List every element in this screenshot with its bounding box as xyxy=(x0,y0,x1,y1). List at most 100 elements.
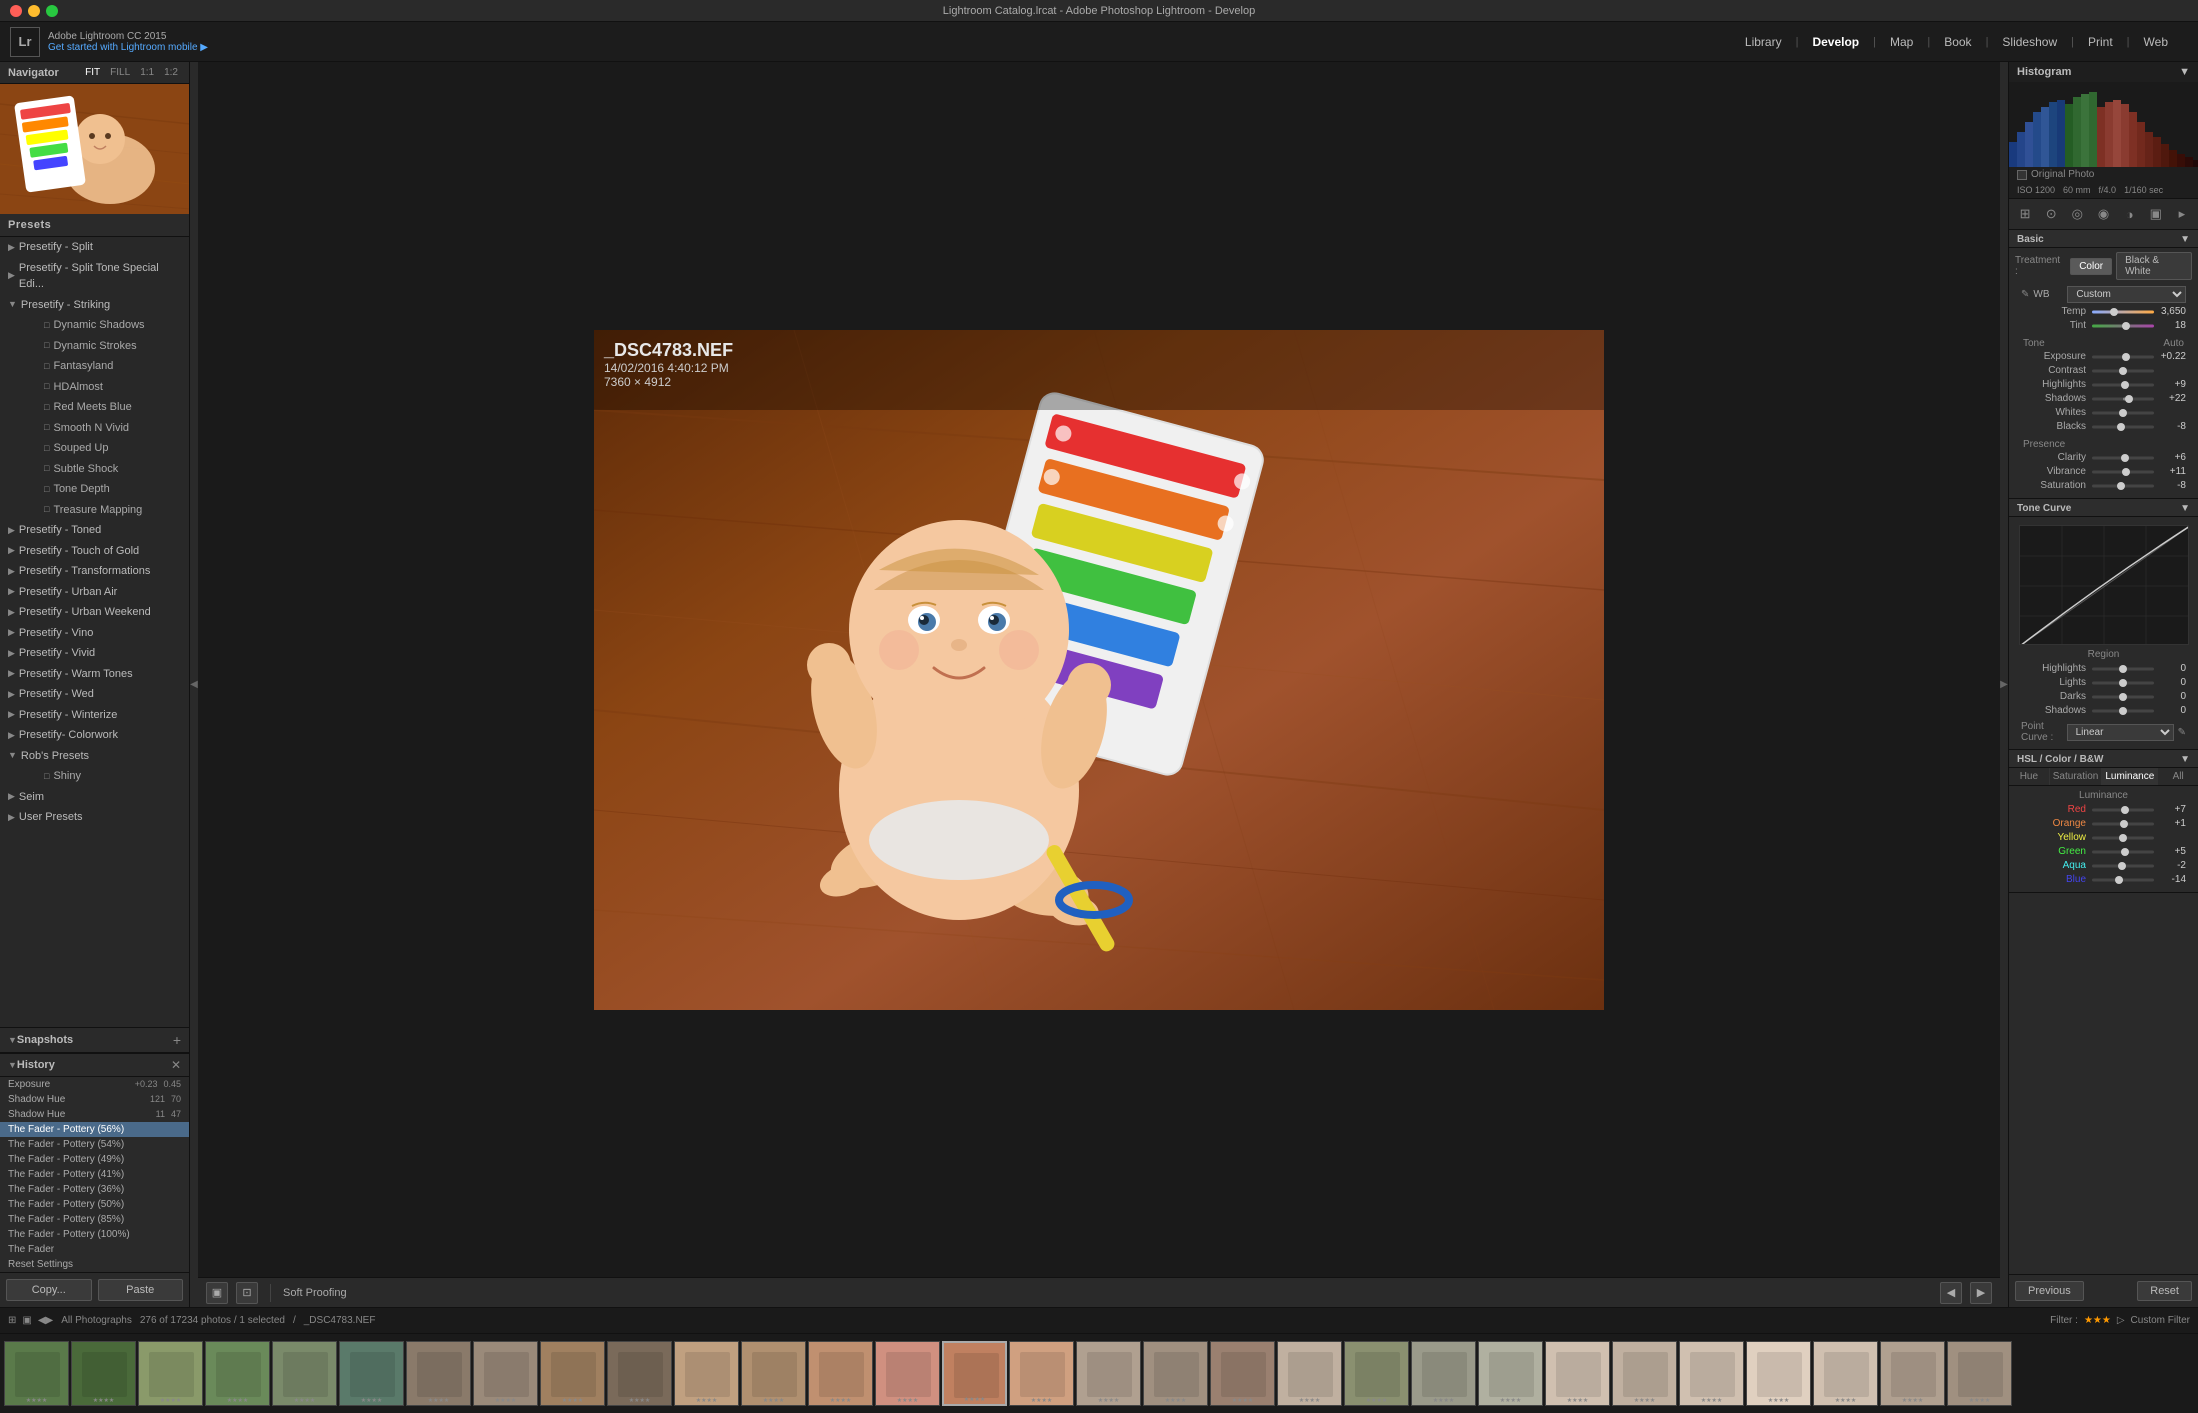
history-item[interactable]: The Fader - Pottery (50%) xyxy=(0,1197,189,1212)
tree-item-tone-depth[interactable]: □Tone Depth xyxy=(0,479,189,500)
tree-item-presetify---transformations[interactable]: ▶Presetify - Transformations xyxy=(0,561,189,582)
history-item[interactable]: The Fader xyxy=(0,1242,189,1257)
contrast-slider[interactable] xyxy=(2092,367,2154,375)
tab-slideshow[interactable]: Slideshow xyxy=(1992,31,2067,53)
film-thumb-19[interactable]: ★★★★ xyxy=(1277,1341,1342,1406)
tree-item-dynamic-strokes[interactable]: □Dynamic Strokes xyxy=(0,336,189,357)
right-divider[interactable]: ▶ xyxy=(2000,62,2008,1307)
zoom-1to1[interactable]: 1:1 xyxy=(137,66,157,79)
film-thumb-0[interactable]: ★★★★ xyxy=(4,1341,69,1406)
curve-lights-slider[interactable] xyxy=(2092,679,2154,687)
tree-item-presetify---touch-of-gold[interactable]: ▶Presetify - Touch of Gold xyxy=(0,541,189,562)
filter-tool[interactable]: ◑ xyxy=(2120,203,2140,225)
tree-item-presetify---toned[interactable]: ▶Presetify - Toned xyxy=(0,520,189,541)
presets-header[interactable]: Presets xyxy=(0,214,189,237)
film-thumb-4[interactable]: ★★★★ xyxy=(272,1341,337,1406)
hsl-tab-hue[interactable]: Hue xyxy=(2009,768,2050,785)
film-thumb-21[interactable]: ★★★★ xyxy=(1411,1341,1476,1406)
history-item[interactable]: The Fader - Pottery (100%) xyxy=(0,1227,189,1242)
film-thumb-18[interactable]: ★★★★ xyxy=(1210,1341,1275,1406)
film-thumb-27[interactable]: ★★★★ xyxy=(1813,1341,1878,1406)
wb-select[interactable]: Custom Auto Daylight Cloudy xyxy=(2067,286,2186,303)
lum-orange-slider[interactable] xyxy=(2092,820,2154,828)
film-thumb-3[interactable]: ★★★★ xyxy=(205,1341,270,1406)
minimize-dot[interactable] xyxy=(28,5,40,17)
prev-photo-btn[interactable]: ◀ xyxy=(1940,1282,1962,1304)
curve-edit-icon[interactable]: ✎ xyxy=(2178,727,2186,738)
tree-item-subtle-shock[interactable]: □Subtle Shock xyxy=(0,459,189,480)
paste-button[interactable]: Paste xyxy=(98,1279,184,1301)
lum-green-slider[interactable] xyxy=(2092,848,2154,856)
film-thumb-26[interactable]: ★★★★ xyxy=(1746,1341,1811,1406)
tree-item-shiny[interactable]: □Shiny xyxy=(0,766,189,787)
history-item[interactable]: The Fader - Pottery (41%) xyxy=(0,1167,189,1182)
film-thumb-13[interactable]: ★★★★ xyxy=(875,1341,940,1406)
tree-item-user-presets[interactable]: ▶User Presets xyxy=(0,807,189,828)
tree-item-presetify--colorwork[interactable]: ▶Presetify- Colorwork xyxy=(0,725,189,746)
highlights-slider[interactable] xyxy=(2092,381,2154,389)
tree-item-rob's-presets[interactable]: ▼Rob's Presets xyxy=(0,746,189,767)
tree-item-seim[interactable]: ▶Seim xyxy=(0,787,189,808)
wb-eyedropper-icon[interactable]: ✎ xyxy=(2021,289,2029,300)
maximize-dot[interactable] xyxy=(46,5,58,17)
zoom-1to2[interactable]: 1:2 xyxy=(161,66,181,79)
tree-item-presetify---wed[interactable]: ▶Presetify - Wed xyxy=(0,684,189,705)
tab-web[interactable]: Web xyxy=(2134,31,2178,53)
tab-book[interactable]: Book xyxy=(1934,31,1981,53)
copy-button[interactable]: Copy... xyxy=(6,1279,92,1301)
film-thumb-11[interactable]: ★★★★ xyxy=(741,1341,806,1406)
hsl-tab-saturation[interactable]: Saturation xyxy=(2050,768,2103,785)
film-thumb-2[interactable]: ★★★★ xyxy=(138,1341,203,1406)
film-thumb-15[interactable]: ★★★★ xyxy=(1009,1341,1074,1406)
heal-tool[interactable]: ⊙ xyxy=(2041,203,2061,225)
more-tool[interactable]: ▸ xyxy=(2172,203,2192,225)
history-item[interactable]: Exposure+0.230.45 xyxy=(0,1077,189,1092)
tree-item-presetify---striking[interactable]: ▼Presetify - Striking xyxy=(0,295,189,316)
crop-tool[interactable]: ⊞ xyxy=(2015,203,2035,225)
range-tool[interactable]: ▣ xyxy=(2146,203,2166,225)
film-thumb-6[interactable]: ★★★★ xyxy=(406,1341,471,1406)
view-compare-btn[interactable]: ⊡ xyxy=(236,1282,258,1304)
history-item[interactable]: The Fader - Pottery (54%) xyxy=(0,1137,189,1152)
reset-button[interactable]: Reset xyxy=(2137,1281,2192,1301)
next-photo-btn[interactable]: ▶ xyxy=(1970,1282,1992,1304)
film-thumb-5[interactable]: ★★★★ xyxy=(339,1341,404,1406)
close-dot[interactable] xyxy=(10,5,22,17)
curve-highlights-slider[interactable] xyxy=(2092,665,2154,673)
redeye-tool[interactable]: ◎ xyxy=(2067,203,2087,225)
point-curve-select[interactable]: Linear Medium Contrast Strong Contrast xyxy=(2067,724,2174,741)
history-item[interactable]: The Fader - Pottery (36%) xyxy=(0,1182,189,1197)
basic-section-title[interactable]: Basic ▼ xyxy=(2009,230,2198,248)
tree-item-souped-up[interactable]: □Souped Up xyxy=(0,438,189,459)
film-thumb-28[interactable]: ★★★★ xyxy=(1880,1341,1945,1406)
film-thumb-23[interactable]: ★★★★ xyxy=(1545,1341,1610,1406)
history-item[interactable]: Shadow Hue12170 xyxy=(0,1092,189,1107)
custom-filter-label[interactable]: Custom Filter xyxy=(2131,1315,2190,1326)
film-thumb-14[interactable]: ★★★★ xyxy=(942,1341,1007,1406)
previous-button[interactable]: Previous xyxy=(2015,1281,2084,1301)
shadows-slider[interactable] xyxy=(2092,395,2154,403)
film-thumb-16[interactable]: ★★★★ xyxy=(1076,1341,1141,1406)
vibrance-slider[interactable] xyxy=(2092,468,2154,476)
history-item[interactable]: Shadow Hue1147 xyxy=(0,1107,189,1122)
clarity-slider[interactable] xyxy=(2092,454,2154,462)
film-thumb-24[interactable]: ★★★★ xyxy=(1612,1341,1677,1406)
whites-slider[interactable] xyxy=(2092,409,2154,417)
blacks-slider[interactable] xyxy=(2092,423,2154,431)
tree-item-treasure-mapping[interactable]: □Treasure Mapping xyxy=(0,500,189,521)
film-thumb-29[interactable]: ★★★★ xyxy=(1947,1341,2012,1406)
history-item[interactable]: The Fader - Pottery (56%) xyxy=(0,1122,189,1137)
lum-red-slider[interactable] xyxy=(2092,806,2154,814)
exposure-slider[interactable] xyxy=(2092,353,2154,361)
tree-item-hdalmost[interactable]: □HDAlmost xyxy=(0,377,189,398)
history-item[interactable]: The Fader - Pottery (85%) xyxy=(0,1212,189,1227)
film-thumb-17[interactable]: ★★★★ xyxy=(1143,1341,1208,1406)
tone-curve-section-title[interactable]: Tone Curve ▼ xyxy=(2009,499,2198,517)
brush-tool[interactable]: ◉ xyxy=(2093,203,2113,225)
lum-yellow-slider[interactable] xyxy=(2092,834,2154,842)
zoom-fit[interactable]: FIT xyxy=(82,66,103,79)
tree-item-presetify---split[interactable]: ▶Presetify - Split xyxy=(0,237,189,258)
tree-item-red-meets-blue[interactable]: □Red Meets Blue xyxy=(0,397,189,418)
bw-btn[interactable]: Black & White xyxy=(2116,252,2192,280)
film-thumb-22[interactable]: ★★★★ xyxy=(1478,1341,1543,1406)
